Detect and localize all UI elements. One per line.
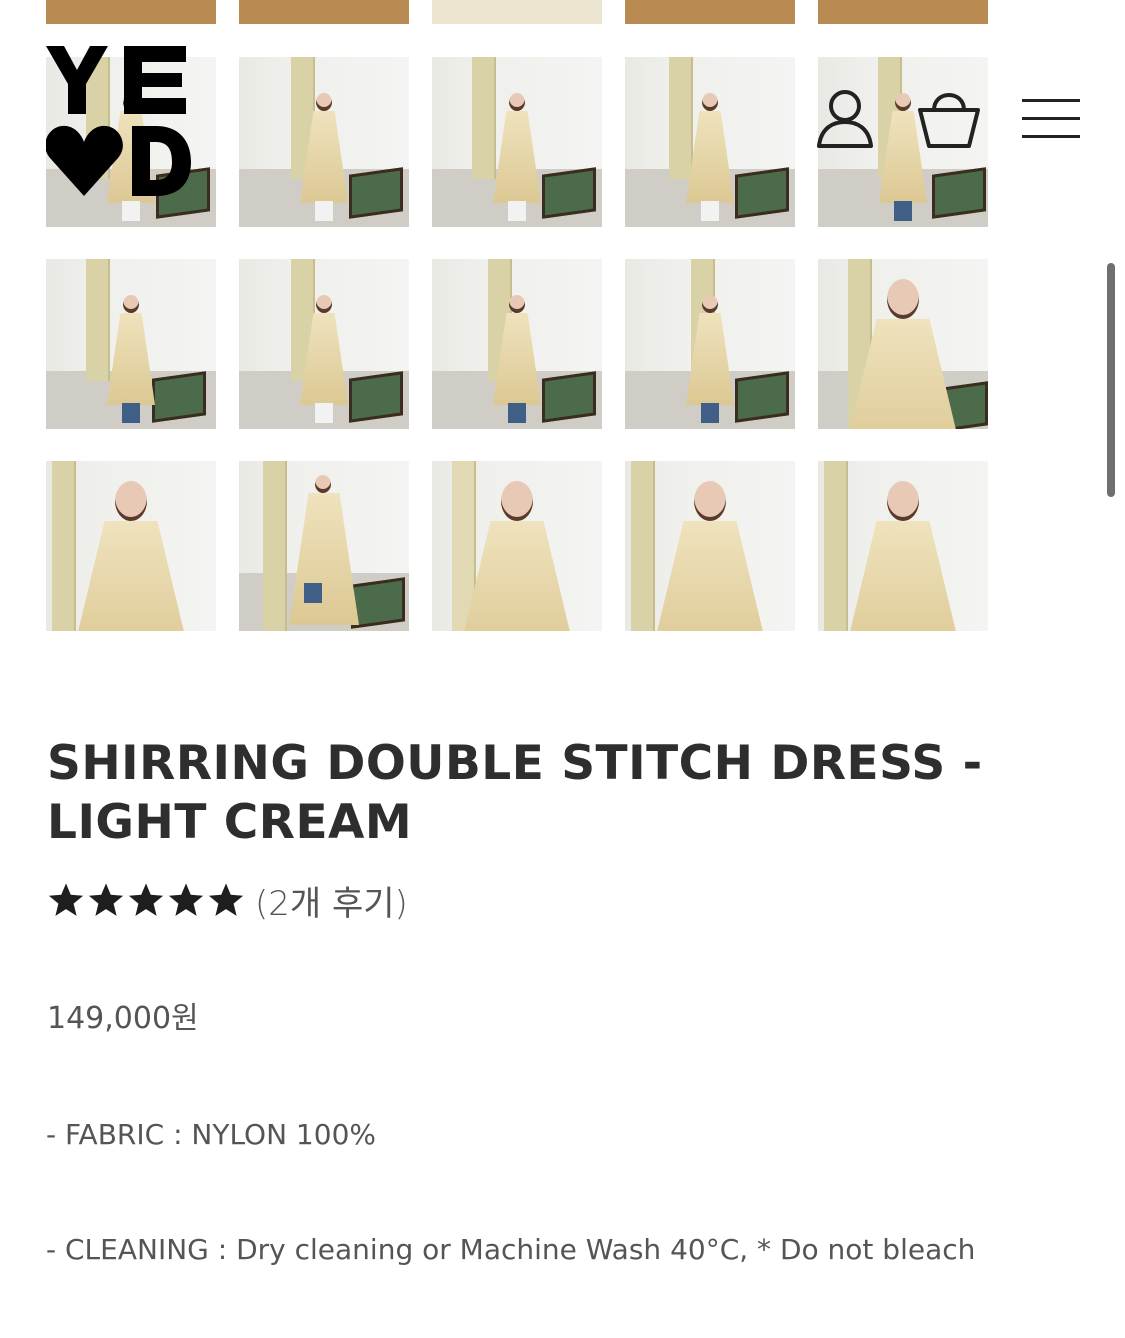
product-thumbnail[interactable]: [818, 461, 988, 631]
product-thumbnail[interactable]: [239, 0, 409, 24]
star-icon: [168, 883, 204, 916]
product-thumbnail[interactable]: [625, 461, 795, 631]
product-price: 149,000원: [47, 1001, 199, 1036]
star-icon: [208, 883, 244, 916]
star-icon: [88, 883, 124, 916]
product-thumbnail[interactable]: [239, 259, 409, 429]
product-thumbnail[interactable]: [46, 461, 216, 631]
product-thumbnail[interactable]: [239, 461, 409, 631]
product-thumbnail[interactable]: [818, 259, 988, 429]
hamburger-menu-icon[interactable]: [1022, 98, 1080, 140]
product-thumbnail[interactable]: [625, 57, 795, 227]
product-thumbnail[interactable]: [46, 0, 216, 24]
product-thumbnail[interactable]: [432, 57, 602, 227]
user-icon[interactable]: [815, 88, 875, 150]
product-title: SHIRRING DOUBLE STITCH DRESS - LIGHT CRE…: [47, 736, 983, 850]
shopping-basket-icon[interactable]: [916, 86, 982, 150]
review-count-link[interactable]: (2개 후기): [255, 876, 408, 925]
product-thumbnail[interactable]: [46, 259, 216, 429]
product-thumbnail[interactable]: [239, 57, 409, 227]
cleaning-spec: - CLEANING : Dry cleaning or Machine Was…: [46, 1233, 976, 1266]
brand-logo[interactable]: [46, 46, 192, 198]
star-icon: [128, 883, 164, 916]
rating-summary[interactable]: (2개 후기): [47, 876, 408, 924]
product-thumbnail[interactable]: [818, 0, 988, 24]
star-icon: [48, 883, 84, 916]
product-thumbnail[interactable]: [432, 0, 602, 24]
product-thumbnail[interactable]: [432, 259, 602, 429]
product-thumbnail[interactable]: [625, 259, 795, 429]
fabric-spec: - FABRIC : NYLON 100%: [46, 1118, 376, 1151]
page-scrollbar[interactable]: [1107, 263, 1115, 497]
product-thumbnail[interactable]: [625, 0, 795, 24]
product-thumbnail[interactable]: [432, 461, 602, 631]
